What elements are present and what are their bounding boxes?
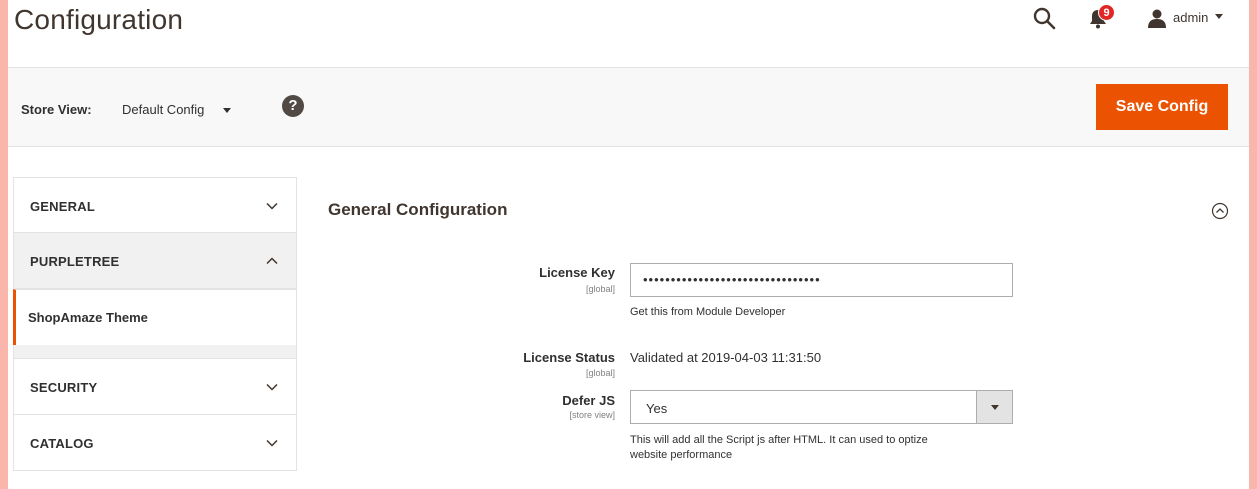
- defer-js-note-line2: website performance: [630, 449, 733, 461]
- notification-count-badge[interactable]: 9: [1098, 4, 1115, 21]
- license-status-scope: [global]: [585, 368, 615, 378]
- sidebar-tab-purpletree[interactable]: PURPLETREE: [13, 233, 297, 289]
- sidebar-item-shopamaze-theme[interactable]: ShopAmaze Theme: [13, 289, 297, 345]
- defer-js-scope: [store view]: [569, 410, 615, 420]
- sidebar-tab-security[interactable]: SECURITY: [13, 359, 297, 415]
- save-config-button[interactable]: Save Config: [1096, 84, 1228, 130]
- page-title: Configuration: [14, 4, 184, 35]
- page: Configuration 9 admin Store View: Defaul…: [8, 0, 1249, 489]
- caret-down-icon: [991, 405, 999, 410]
- user-icon[interactable]: [1147, 8, 1167, 28]
- sidebar-tab-label: PURPLETREE: [30, 254, 120, 269]
- help-icon[interactable]: ?: [282, 95, 304, 117]
- license-key-label: License Key: [539, 265, 615, 280]
- defer-js-label: Defer JS: [562, 393, 615, 408]
- chevron-down-icon: [266, 383, 278, 391]
- license-key-input[interactable]: ••••••••••••••••••••••••••••••••: [630, 263, 1013, 297]
- chevron-down-icon: [266, 202, 278, 210]
- sidebar-tab-general[interactable]: GENERAL: [13, 177, 297, 233]
- chevron-down-icon: [266, 439, 278, 447]
- defer-js-selected-value: Yes: [646, 401, 668, 416]
- store-view-label: Store View:: [21, 102, 92, 117]
- defer-js-note-line1: This will add all the Script js after HT…: [630, 434, 928, 446]
- store-view-switcher[interactable]: Default Config: [122, 102, 204, 117]
- license-key-scope: [global]: [585, 284, 615, 294]
- license-key-note: Get this from Module Developer: [630, 306, 786, 318]
- section-title[interactable]: General Configuration: [328, 200, 507, 220]
- sidebar-tab-label: GENERAL: [30, 199, 95, 214]
- collapse-circle-icon[interactable]: [1211, 202, 1229, 220]
- search-icon[interactable]: [1032, 6, 1056, 30]
- user-menu-label[interactable]: admin: [1173, 10, 1208, 25]
- sidebar-tab-label: SECURITY: [30, 380, 98, 395]
- license-status-label: License Status: [523, 350, 615, 365]
- license-status-value: Validated at 2019-04-03 11:31:50: [630, 350, 822, 365]
- sidebar-group-spacer: [13, 345, 297, 359]
- sidebar-tab-catalog[interactable]: CATALOG: [13, 415, 297, 471]
- select-toggle[interactable]: [976, 391, 1012, 423]
- caret-down-icon[interactable]: [1215, 14, 1223, 19]
- sidebar-tab-label: CATALOG: [30, 436, 94, 451]
- chevron-up-icon: [266, 257, 278, 265]
- defer-js-select[interactable]: Yes: [630, 390, 1013, 424]
- caret-down-icon[interactable]: [223, 108, 231, 113]
- store-view-bar: Store View: Default Config ? Save Config: [8, 67, 1249, 147]
- sidebar-item-label: ShopAmaze Theme: [28, 310, 148, 325]
- config-sidebar: GENERAL PURPLETREE ShopAmaze Theme SECUR…: [13, 177, 297, 471]
